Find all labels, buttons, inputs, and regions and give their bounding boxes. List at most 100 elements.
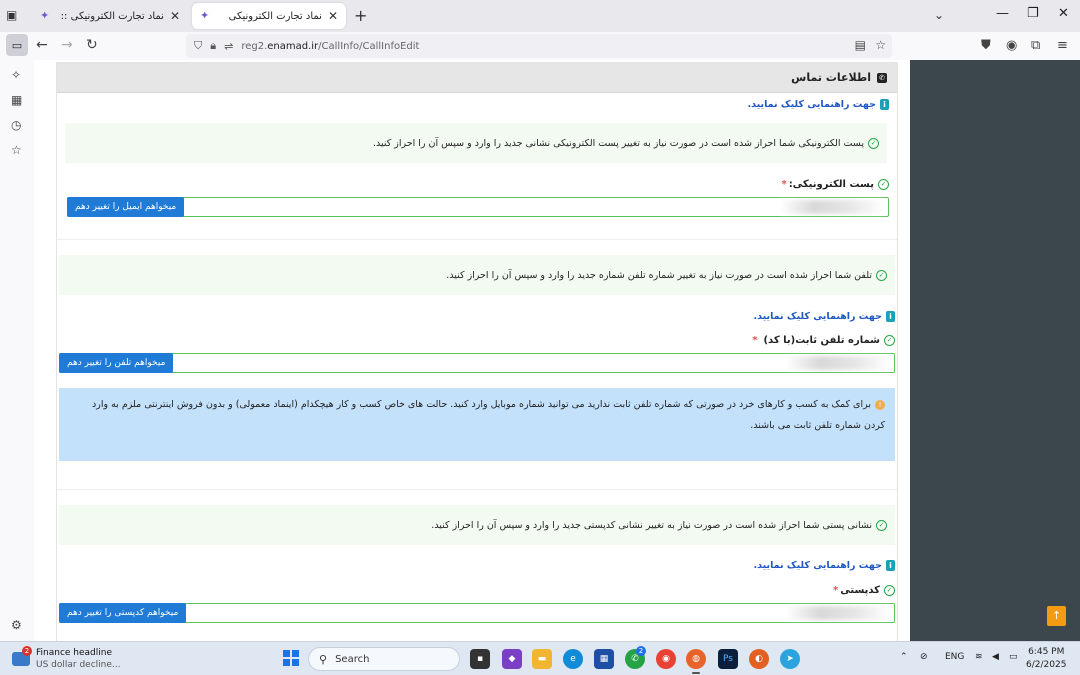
required-asterisk: * <box>833 585 839 596</box>
tab-enamad-select[interactable]: ✦ نماد تجارت الکترونیکی :: انتخا... ✕ <box>32 3 188 29</box>
chevron-down-icon[interactable]: ⌄ <box>934 8 944 22</box>
task-view-icon[interactable]: ▪ <box>470 649 490 669</box>
bookmark-star-icon[interactable]: ☆ <box>875 38 886 52</box>
close-tab-icon[interactable]: ✕ <box>328 9 338 23</box>
history-clock-icon[interactable]: ◷ <box>11 118 21 132</box>
windows-start-icon[interactable] <box>283 650 299 666</box>
sidebar-toggle-icon[interactable]: ▭ <box>6 34 28 56</box>
warning-icon: ! <box>875 400 885 410</box>
phone-label: ✓ شماره تلفن ثابت(با کد) * <box>752 335 895 346</box>
firefox-icon[interactable]: ◍ <box>686 649 706 674</box>
page-viewport: ✆ اطلاعات تماس i جهت راهنمایی کلیک نمایی… <box>34 60 910 641</box>
tab-list-icon[interactable]: ▣ <box>6 8 22 24</box>
blurred-value <box>786 356 890 370</box>
edge-icon[interactable]: e <box>563 649 583 669</box>
change-postal-button[interactable]: میخواهم کدپستی را تغییر دهم <box>59 603 187 623</box>
search-icon: ⚲ <box>319 652 328 666</box>
copilot-icon[interactable]: ◆ <box>502 649 522 669</box>
telegram-icon[interactable]: ➤ <box>780 649 800 669</box>
search-placeholder: Search <box>335 653 370 665</box>
phone-info-box: !برای کمک به کسب و کارهای خرد در صورتی ک… <box>59 388 895 461</box>
info-icon: i <box>880 99 889 110</box>
news-headline-title: Finance headline <box>36 648 113 658</box>
taskbar-search[interactable]: ⚲ Search <box>308 647 460 671</box>
tab-title: نماد تجارت الکترونیکی :: انتخا... <box>58 10 164 22</box>
bookmarks-star-icon[interactable]: ☆ <box>11 143 22 157</box>
permissions-icon[interactable]: ⇌ <box>224 40 233 53</box>
change-phone-button[interactable]: میخواهم تلفن را تغییر دهم <box>59 353 174 373</box>
check-circle-icon: ✓ <box>876 519 887 531</box>
menu-icon[interactable]: ≡ <box>1057 38 1068 53</box>
tab-title: نماد تجارت الکترونیکی <box>228 10 322 22</box>
info-icon: i <box>886 311 895 322</box>
address-bar[interactable]: ⛉ 🔒︎ ⇌ reg2.enamad.ir/CallInfo/CallInfoE… <box>186 34 892 58</box>
blurred-value <box>786 606 890 620</box>
back-icon[interactable]: ← <box>36 37 48 53</box>
pocket-icon[interactable]: ⛊ <box>981 38 991 53</box>
check-circle-icon: ✓ <box>876 269 887 281</box>
email-guide-link[interactable]: i جهت راهنمایی کلیک نمایید. <box>748 99 889 110</box>
windows-taskbar: 2 Finance headline US dollar decline... … <box>0 641 1080 675</box>
notification-badge: 2 <box>22 646 32 656</box>
check-circle-icon: ✓ <box>878 179 889 190</box>
battery-icon[interactable]: ▭ <box>1009 652 1018 662</box>
account-icon[interactable]: ◉ <box>1006 38 1017 53</box>
phone-icon: ✆ <box>877 72 887 83</box>
restore-icon[interactable]: ❐ <box>1027 6 1039 21</box>
phone-field[interactable]: میخواهم تلفن را تغییر دهم <box>59 353 895 373</box>
url-text: reg2.enamad.ir/CallInfo/CallInfoEdit <box>241 40 420 52</box>
file-explorer-icon[interactable]: ▬ <box>532 649 552 669</box>
extensions-icon[interactable]: ⧉ <box>1031 38 1040 53</box>
required-asterisk: * <box>781 179 787 190</box>
enamad-favicon-icon: ✦ <box>40 9 50 22</box>
email-field[interactable]: میخواهم ایمیل را تغییر دهم <box>67 197 889 217</box>
tab-strip: ▣ ✦ نماد تجارت الکترونیکی :: انتخا... ✕ … <box>0 0 1080 32</box>
settings-gear-icon[interactable]: ⚙ <box>11 618 22 632</box>
language-indicator[interactable]: ENG <box>945 652 964 662</box>
save-icon[interactable]: ▦ <box>11 93 22 107</box>
photoshop-icon[interactable]: Ps <box>718 649 738 669</box>
system-clock[interactable]: 6:45 PM 6/2/2025 <box>1026 646 1066 672</box>
volume-icon[interactable]: ◀ <box>992 652 999 662</box>
wifi-icon[interactable]: ≋ <box>975 652 983 662</box>
postal-label: ✓ کدپستی * <box>833 585 895 596</box>
nav-bar: ▭ ← → ↻ ⛉ 🔒︎ ⇌ reg2.enamad.ir/CallInfo/C… <box>0 32 1080 60</box>
postal-guide-link[interactable]: i جهت راهنمایی کلیک نمایید. <box>754 560 895 571</box>
phone-guide-link[interactable]: i جهت راهنمایی کلیک نمایید. <box>754 311 895 322</box>
reader-view-icon[interactable]: ▤ <box>855 38 866 52</box>
info-text: برای کمک به کسب و کارهای خرد در صورتی که… <box>92 399 885 431</box>
guide-link-text: جهت راهنمایی کلیک نمایید. <box>753 560 882 571</box>
network-status-icon[interactable]: ⊘ <box>920 652 928 662</box>
phone-label-text: شماره تلفن ثابت(با کد) <box>763 335 880 346</box>
change-email-button[interactable]: میخواهم ایمیل را تغییر دهم <box>67 197 185 217</box>
tray-expand-icon[interactable]: ⌃ <box>900 652 908 662</box>
blurred-value <box>780 200 884 214</box>
email-verified-notice: ✓ پست الکترونیکی شما احراز شده است در صو… <box>65 123 887 163</box>
reload-icon[interactable]: ↻ <box>86 37 98 53</box>
scroll-to-top-button[interactable]: ↑ <box>1047 606 1066 626</box>
store-icon[interactable]: ▦ <box>594 649 614 669</box>
clock-date: 6/2/2025 <box>1026 660 1067 670</box>
postal-field[interactable]: میخواهم کدپستی را تغییر دهم <box>59 603 895 623</box>
shield-icon[interactable]: ⛉ <box>194 39 202 53</box>
contact-info-card: ✆ اطلاعات تماس i جهت راهنمایی کلیک نمایی… <box>56 62 898 641</box>
minimize-icon[interactable]: — <box>996 6 1009 21</box>
check-circle-icon: ✓ <box>884 585 895 596</box>
phone-notice-text: تلفن شما احراز شده است در صورت نیاز به ت… <box>446 269 872 281</box>
forward-icon[interactable]: → <box>61 37 73 53</box>
ai-sparkle-icon[interactable]: ✧ <box>11 68 21 82</box>
lock-icon[interactable]: 🔒︎ <box>210 39 216 53</box>
close-tab-icon[interactable]: ✕ <box>170 9 180 23</box>
right-panel <box>910 60 1080 641</box>
new-tab-icon[interactable]: + <box>354 6 367 25</box>
news-widget[interactable]: 2 Finance headline US dollar decline... <box>12 646 132 672</box>
guide-link-text: جهت راهنمایی کلیک نمایید. <box>747 99 876 110</box>
email-notice-text: پست الکترونیکی شما احراز شده است در صورت… <box>372 137 864 149</box>
card-header: ✆ اطلاعات تماس <box>57 63 897 93</box>
close-window-icon[interactable]: ✕ <box>1058 6 1069 21</box>
chrome-icon[interactable]: ◉ <box>656 649 676 669</box>
required-asterisk: * <box>752 335 758 346</box>
tab-enamad-active[interactable]: ✦ نماد تجارت الکترونیکی ✕ <box>192 3 346 29</box>
vpn-app-icon[interactable]: ◐ <box>749 649 769 669</box>
browser-sidebar: ✧ ▦ ◷ ☆ ⚙ <box>0 60 34 641</box>
